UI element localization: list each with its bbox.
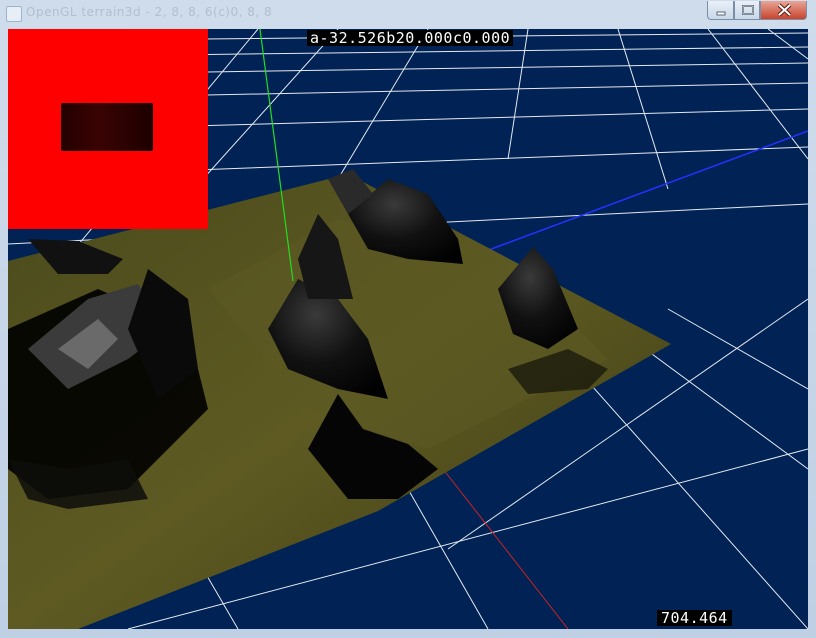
app-window: OpenGL terrain3d - 2, 8, 8, 6(c)0, 8, 8 bbox=[0, 0, 816, 638]
title-bar[interactable]: OpenGL terrain3d - 2, 8, 8, 6(c)0, 8, 8 bbox=[0, 0, 816, 29]
minimize-button[interactable] bbox=[707, 1, 734, 20]
maximize-icon bbox=[742, 5, 754, 15]
preview-depth-thumbnail bbox=[61, 103, 153, 151]
app-icon bbox=[6, 6, 22, 22]
fps-readout: 704.464 bbox=[657, 610, 732, 626]
maximize-button[interactable] bbox=[734, 1, 760, 20]
window-title: OpenGL terrain3d - 2, 8, 8, 6(c)0, 8, 8 bbox=[26, 5, 273, 19]
close-button[interactable] bbox=[760, 1, 807, 20]
x-axis-line bbox=[442, 468, 569, 629]
camera-readout: a-32.526b20.000c0.000 bbox=[307, 30, 514, 46]
shadow-map-preview bbox=[8, 29, 208, 229]
minimize-icon bbox=[716, 11, 726, 16]
terrain-mesh bbox=[8, 169, 671, 629]
gl-viewport[interactable]: a-32.526b20.000c0.000 704.464 bbox=[8, 29, 808, 629]
close-icon bbox=[777, 3, 792, 17]
z-axis-line bbox=[477, 130, 808, 255]
